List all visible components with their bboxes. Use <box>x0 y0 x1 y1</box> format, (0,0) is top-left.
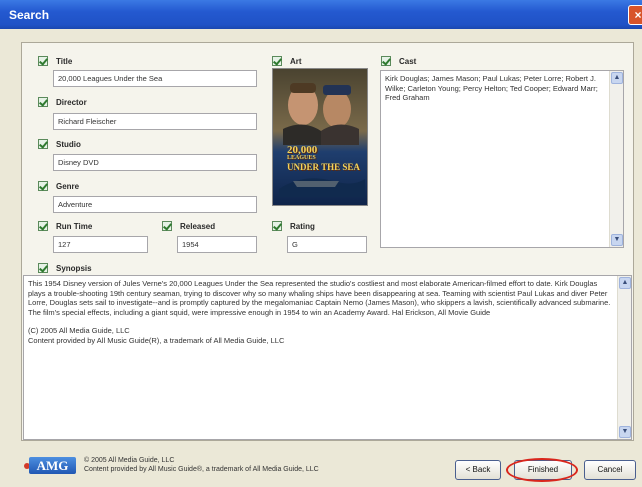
poster-title-line-3: UNDER THE SEA <box>287 162 360 172</box>
finished-highlight-circle <box>506 458 578 482</box>
studio-checkbox[interactable] <box>38 139 48 149</box>
scroll-up-icon[interactable]: ▲ <box>619 277 631 289</box>
director-field[interactable]: Richard Fleischer <box>53 113 257 130</box>
footer-trademark: Content provided by All Music Guide®, a … <box>84 466 319 473</box>
scroll-down-icon[interactable]: ▼ <box>619 426 631 438</box>
rating-label-row: Rating <box>272 220 315 232</box>
cast-text: Kirk Douglas; James Mason; Paul Lukas; P… <box>385 74 598 102</box>
genre-checkbox[interactable] <box>38 181 48 191</box>
genre-label: Genre <box>56 181 80 191</box>
cast-checkbox[interactable] <box>381 56 391 66</box>
director-checkbox[interactable] <box>38 97 48 107</box>
runtime-label-row: Run Time <box>38 220 92 232</box>
amg-logo: AMG <box>29 457 76 474</box>
rating-checkbox[interactable] <box>272 221 282 231</box>
footer-credit: © 2005 All Media Guide, LLC Content prov… <box>84 456 319 474</box>
scroll-up-icon[interactable]: ▲ <box>611 72 623 84</box>
title-label: Title <box>56 56 73 66</box>
window-title: Search <box>9 8 50 22</box>
runtime-field[interactable]: 127 <box>53 236 148 253</box>
runtime-checkbox[interactable] <box>38 221 48 231</box>
close-icon: × <box>634 8 642 22</box>
title-checkbox[interactable] <box>38 56 48 66</box>
search-window: Search × Title 20,000 Leagues Under the … <box>0 0 642 487</box>
released-label: Released <box>180 221 216 231</box>
art-label-row: Art <box>272 55 302 67</box>
released-checkbox[interactable] <box>162 221 172 231</box>
director-label-row: Director <box>38 96 87 108</box>
director-label: Director <box>56 97 87 107</box>
art-checkbox[interactable] <box>272 56 282 66</box>
genre-field[interactable]: Adventure <box>53 196 257 213</box>
cast-textarea[interactable]: Kirk Douglas; James Mason; Paul Lukas; P… <box>380 70 624 248</box>
runtime-label: Run Time <box>56 221 93 231</box>
cast-scrollbar[interactable]: ▲ ▼ <box>609 71 623 247</box>
title-bar[interactable]: Search × <box>0 0 642 29</box>
studio-label-row: Studio <box>38 138 81 150</box>
synopsis-textarea[interactable]: This 1954 Disney version of Jules Verne'… <box>23 275 632 440</box>
close-button[interactable]: × <box>628 5 642 25</box>
movie-poster-image: 20,000 LEAGUES UNDER THE SEA <box>272 68 368 206</box>
poster-title: 20,000 LEAGUES UNDER THE SEA <box>287 144 360 173</box>
art-label: Art <box>290 56 302 66</box>
synopsis-checkbox[interactable] <box>38 263 48 273</box>
cancel-button[interactable]: Cancel <box>584 460 636 480</box>
footer-copyright: © 2005 All Media Guide, LLC <box>84 457 175 464</box>
synopsis-label-row: Synopsis <box>38 262 92 274</box>
synopsis-paragraph: This 1954 Disney version of Jules Verne'… <box>28 279 611 317</box>
title-label-row: Title <box>38 55 72 67</box>
released-label-row: Released <box>162 220 215 232</box>
cast-label: Cast <box>399 56 417 66</box>
synopsis-scrollbar[interactable]: ▲ ▼ <box>617 276 631 439</box>
poster-title-line-1: 20,000 <box>287 144 318 156</box>
cast-label-row: Cast <box>381 55 416 67</box>
scroll-down-icon[interactable]: ▼ <box>611 234 623 246</box>
released-field[interactable]: 1954 <box>177 236 257 253</box>
rating-label: Rating <box>290 221 315 231</box>
synopsis-label: Synopsis <box>56 263 92 273</box>
synopsis-credit: Content provided by All Music Guide(R), … <box>28 335 285 345</box>
studio-label: Studio <box>56 139 81 149</box>
title-field[interactable]: 20,000 Leagues Under the Sea <box>53 70 257 87</box>
genre-label-row: Genre <box>38 180 79 192</box>
studio-field[interactable]: Disney DVD <box>53 154 257 171</box>
back-button[interactable]: < Back <box>455 460 501 480</box>
rating-field[interactable]: G <box>287 236 367 253</box>
synopsis-copyright: (C) 2005 All Media Guide, LLC <box>28 326 130 335</box>
poster-artwork <box>273 69 367 205</box>
poster-title-line-2: LEAGUES <box>287 155 316 161</box>
